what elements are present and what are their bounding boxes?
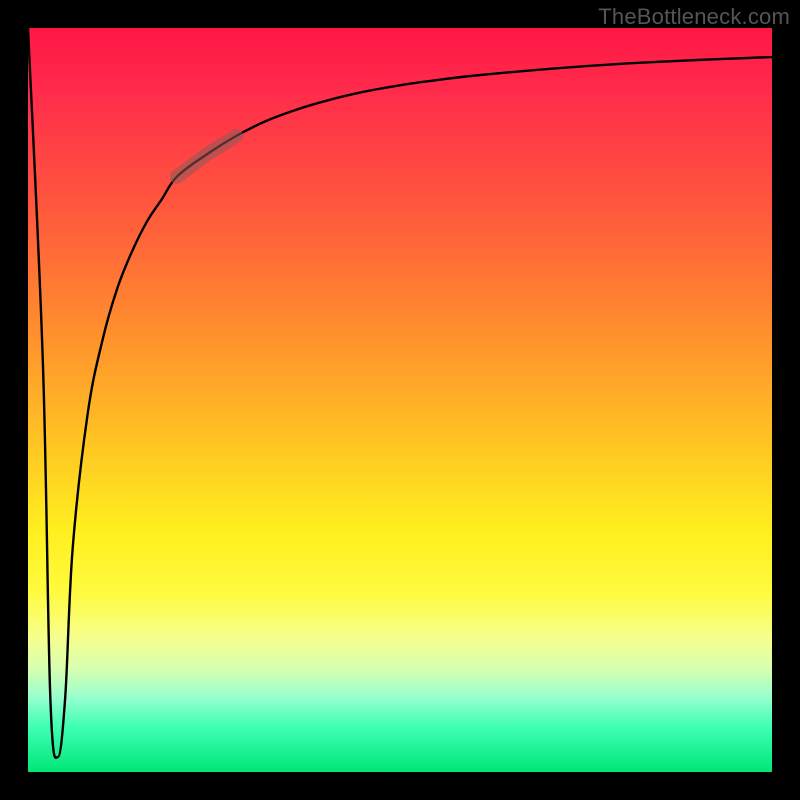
plot-area [28, 28, 772, 772]
highlight-segment [177, 136, 237, 177]
curve-svg [28, 28, 772, 772]
bottleneck-curve [28, 28, 772, 758]
watermark-text: TheBottleneck.com [598, 4, 790, 30]
chart-frame: TheBottleneck.com [0, 0, 800, 800]
